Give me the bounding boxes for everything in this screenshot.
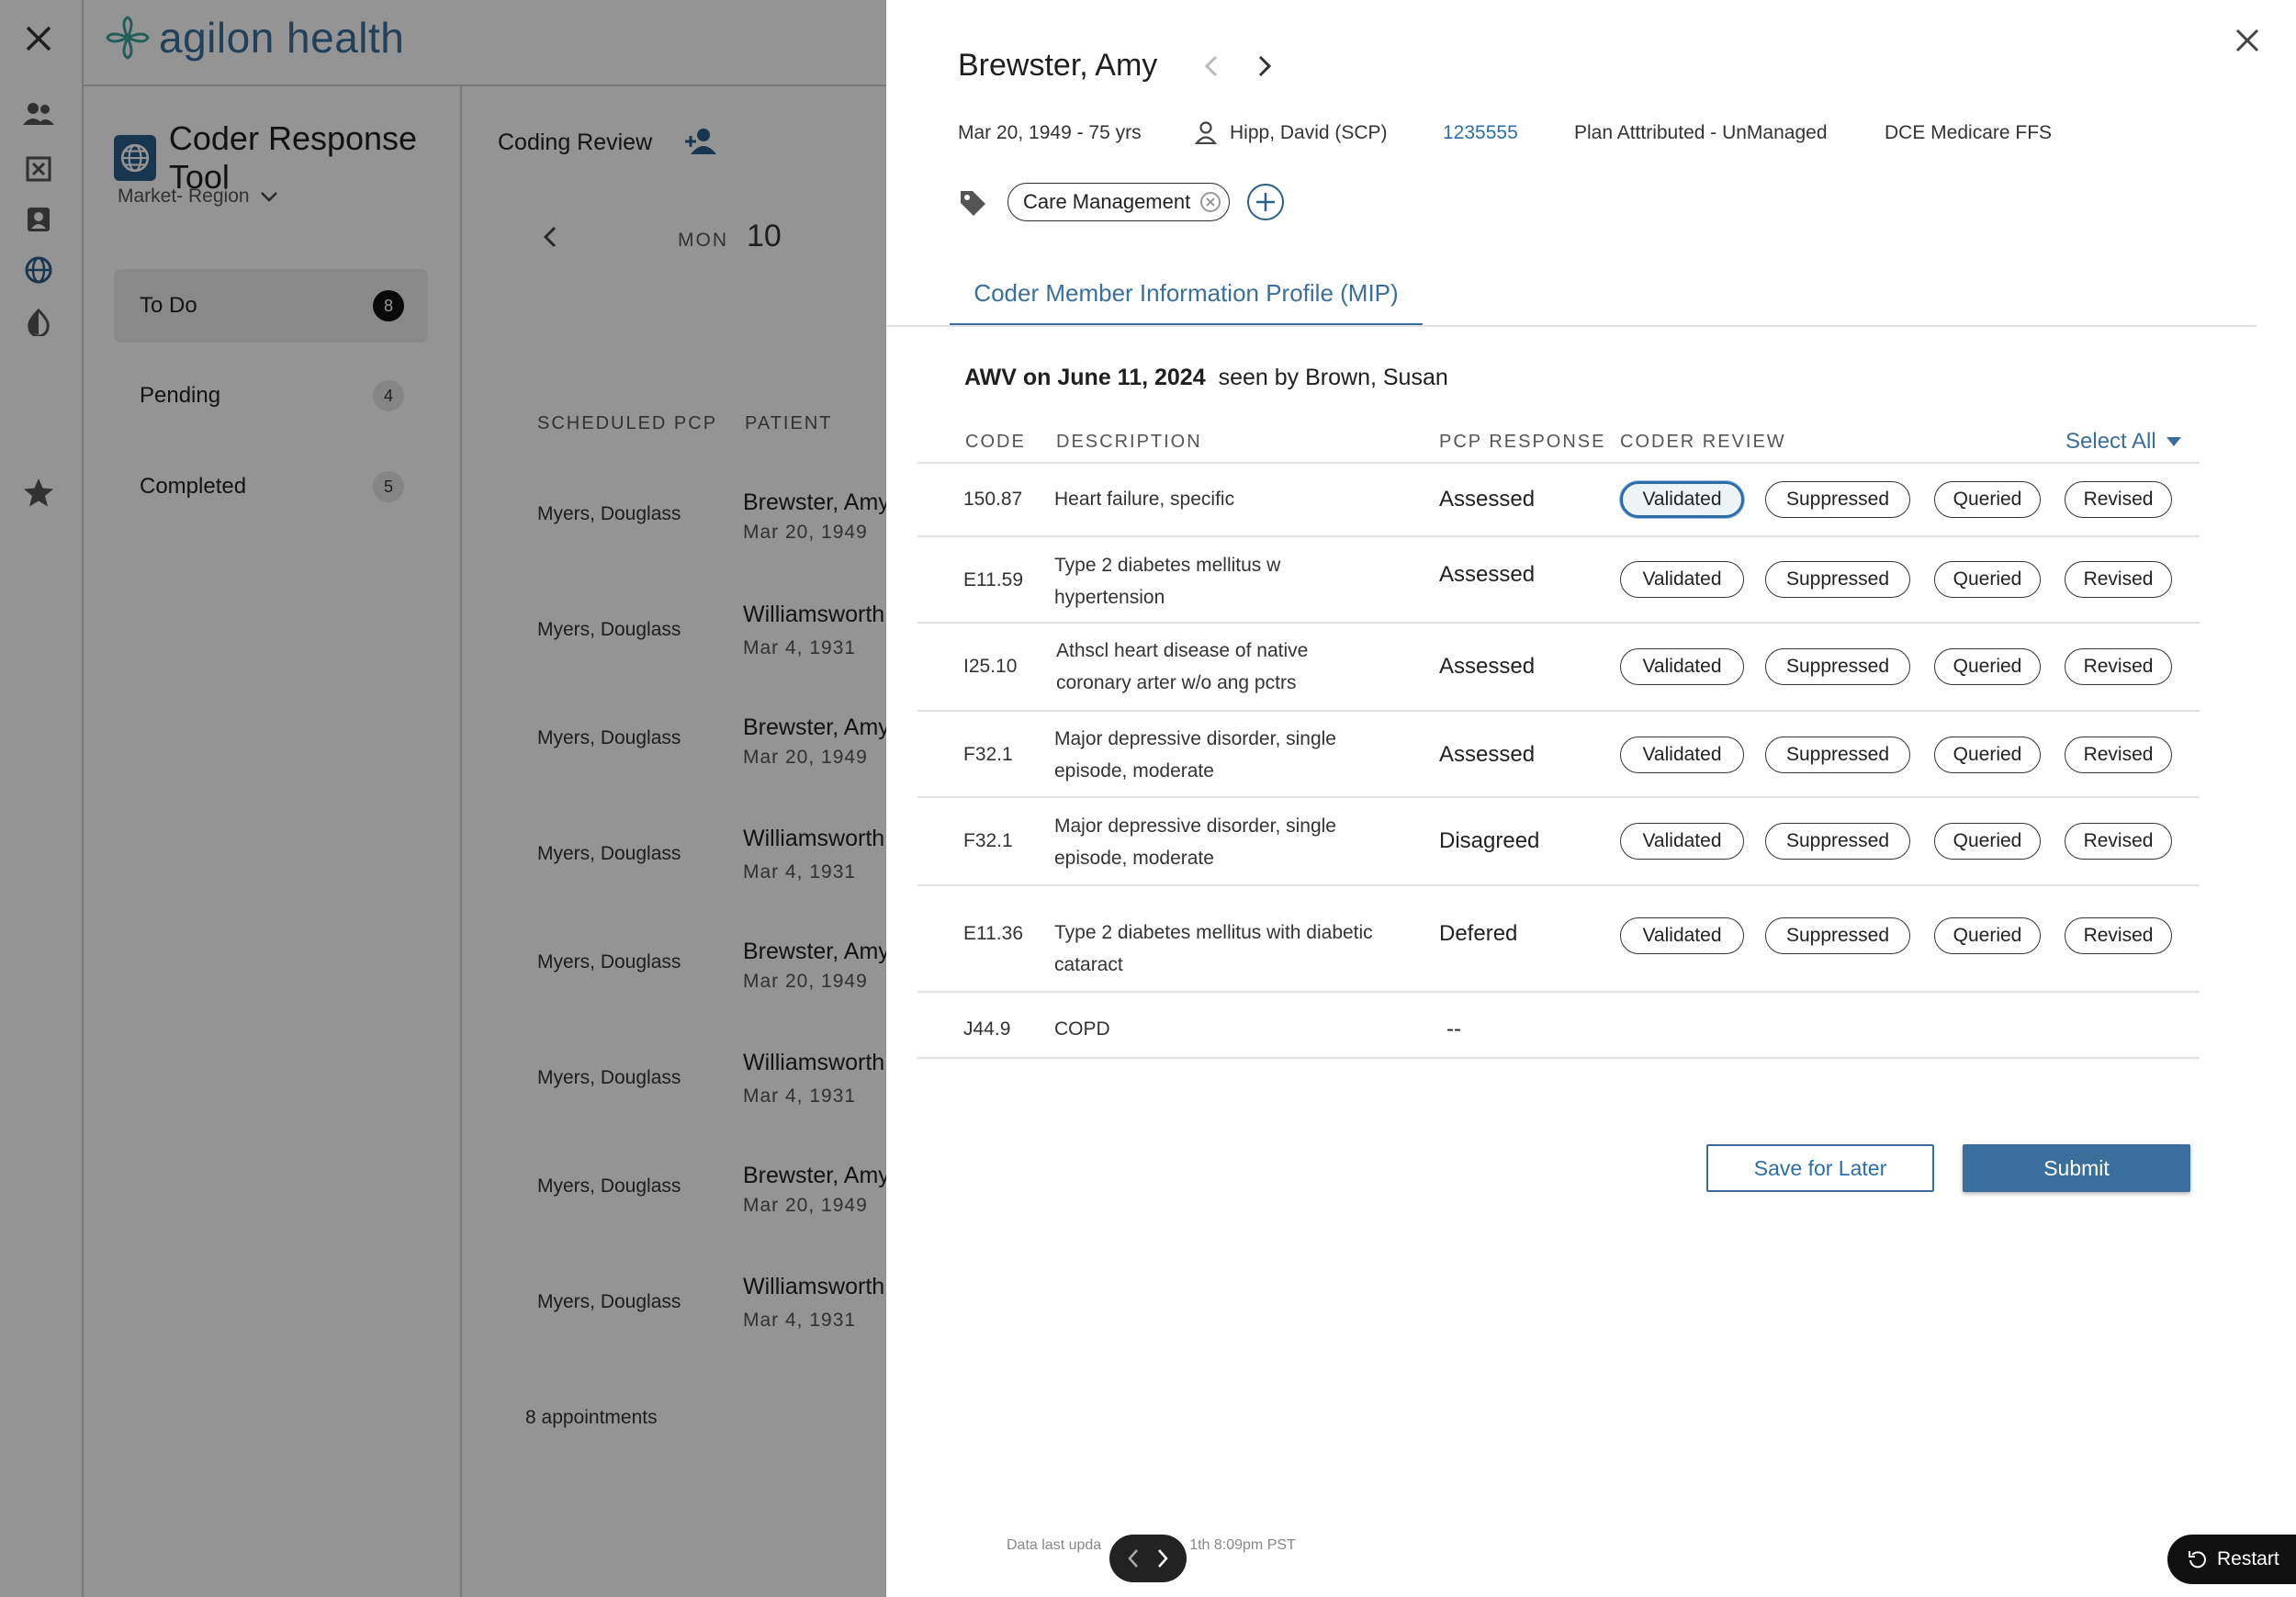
validated-button[interactable]: Validated xyxy=(1620,737,1744,773)
select-all-label: Select All xyxy=(2065,429,2156,454)
revised-button[interactable]: Revised xyxy=(2065,648,2172,685)
queried-button[interactable]: Queried xyxy=(1934,823,2041,860)
diagnosis-description: COPD xyxy=(1054,1013,1422,1045)
patient-detail-drawer: Brewster, Amy Mar 20, 1949 - 75 yrs Hipp… xyxy=(886,0,2296,1597)
save-for-later-button[interactable]: Save for Later xyxy=(1706,1144,1934,1192)
data-updated-suffix: 1th 8:09pm PST xyxy=(1189,1537,1296,1553)
description-line: coronary arter w/o ang pctrs xyxy=(1056,672,1297,693)
description-line: episode, moderate xyxy=(1054,760,1214,782)
description-line: episode, moderate xyxy=(1054,848,1214,869)
description-line: Athscl heart disease of native xyxy=(1056,640,1309,661)
suppressed-button[interactable]: Suppressed xyxy=(1765,481,1910,518)
tag-chip-label: Care Management xyxy=(1023,190,1191,213)
diagnosis-code: F32.1 xyxy=(963,744,1013,765)
restart-button[interactable]: Restart xyxy=(2167,1535,2296,1584)
visit-title: AWV on June 11, 2024 xyxy=(964,365,1206,390)
pcp-response: Assessed xyxy=(1439,562,1536,587)
pcp-response: -- xyxy=(1446,1017,1461,1041)
revised-button[interactable]: Revised xyxy=(2065,481,2172,518)
queried-button[interactable]: Queried xyxy=(1934,481,2041,518)
diagnosis-description: Athscl heart disease of native coronary a… xyxy=(1056,635,1424,699)
data-updated-prefix: Data last upda xyxy=(1007,1537,1102,1553)
pcp-response: Assessed xyxy=(1439,654,1536,679)
select-all-dropdown[interactable]: Select All xyxy=(2065,429,2182,455)
submit-button[interactable]: Submit xyxy=(1963,1144,2190,1192)
revised-button[interactable]: Revised xyxy=(2065,917,2172,954)
validated-button[interactable]: Validated xyxy=(1620,648,1744,685)
suppressed-button[interactable]: Suppressed xyxy=(1765,917,1910,954)
pager-control xyxy=(1109,1535,1187,1582)
description-line: Heart failure, specific xyxy=(1054,489,1235,510)
description-line: hypertension xyxy=(1054,587,1165,608)
person-icon xyxy=(1194,121,1218,144)
restart-label: Restart xyxy=(2217,1548,2279,1569)
suppressed-button[interactable]: Suppressed xyxy=(1765,648,1910,685)
queried-button[interactable]: Queried xyxy=(1934,737,2041,773)
pcp-response: Assessed xyxy=(1439,742,1536,767)
pcp-response: Assessed xyxy=(1439,487,1536,512)
diagnosis-description: Major depressive disorder, single episode… xyxy=(1054,810,1422,874)
column-header-coder-review: CODER REVIEW xyxy=(1620,432,1786,452)
revised-button[interactable]: Revised xyxy=(2065,823,2172,860)
validated-button[interactable]: Validated xyxy=(1620,561,1744,598)
pcp-response: Defered xyxy=(1439,921,1518,946)
tab-coder-mip[interactable]: Coder Member Information Profile (MIP) xyxy=(950,263,1423,327)
queried-button[interactable]: Queried xyxy=(1934,561,2041,598)
caret-down-icon xyxy=(2166,437,2181,446)
diagnosis-code: I25.10 xyxy=(963,656,1018,677)
plan-status: Plan Atttributed - UnManaged xyxy=(1574,122,1828,143)
suppressed-button[interactable]: Suppressed xyxy=(1765,823,1910,860)
restart-icon xyxy=(2189,1551,2206,1569)
patient-dob-age: Mar 20, 1949 - 75 yrs xyxy=(958,122,1142,143)
tag-icon xyxy=(961,191,985,216)
column-header-pcp-response: PCP RESPONSE xyxy=(1439,432,1606,452)
validated-button[interactable]: Validated xyxy=(1620,481,1744,518)
assigned-provider: Hipp, David (SCP) xyxy=(1230,122,1388,143)
description-line: Major depressive disorder, single xyxy=(1054,815,1336,837)
revised-button[interactable]: Revised xyxy=(2065,561,2172,598)
add-tag-icon[interactable] xyxy=(1246,183,1285,221)
diagnosis-description: Type 2 diabetes mellitus with diabetic ca… xyxy=(1054,917,1422,981)
modal-backdrop[interactable] xyxy=(0,0,886,1597)
diagnosis-description: Major depressive disorder, single episode… xyxy=(1054,723,1422,787)
next-patient-icon[interactable] xyxy=(1256,53,1273,79)
revised-button[interactable]: Revised xyxy=(2065,737,2172,773)
previous-patient-icon[interactable] xyxy=(1203,53,1220,79)
suppressed-button[interactable]: Suppressed xyxy=(1765,561,1910,598)
remove-tag-icon[interactable] xyxy=(1199,191,1221,213)
diagnosis-description: Type 2 diabetes mellitus w hypertension xyxy=(1054,549,1422,613)
description-line: Type 2 diabetes mellitus w xyxy=(1054,555,1281,576)
queried-button[interactable]: Queried xyxy=(1934,648,2041,685)
description-line: Type 2 diabetes mellitus with diabetic xyxy=(1054,922,1373,943)
queried-button[interactable]: Queried xyxy=(1934,917,2041,954)
validated-button[interactable]: Validated xyxy=(1620,823,1744,860)
validated-button[interactable]: Validated xyxy=(1620,917,1744,954)
tab-divider xyxy=(886,325,2257,327)
patient-name: Brewster, Amy xyxy=(958,48,1158,83)
diagnosis-code: F32.1 xyxy=(963,830,1013,851)
tab-label: Coder Member Information Profile (MIP) xyxy=(974,278,1399,307)
pager-next-icon[interactable] xyxy=(1155,1547,1170,1569)
diagnosis-code: 150.87 xyxy=(963,489,1023,510)
pcp-response: Disagreed xyxy=(1439,828,1540,853)
suppressed-button[interactable]: Suppressed xyxy=(1765,737,1910,773)
diagnosis-description: Heart failure, specific xyxy=(1054,483,1422,515)
column-header-description: DESCRIPTION xyxy=(1056,432,1202,452)
diagnosis-code: E11.36 xyxy=(963,923,1023,944)
visit-header: AWV on June 11, 2024 seen by Brown, Susan xyxy=(964,365,1448,391)
diagnosis-code: E11.59 xyxy=(963,569,1023,590)
description-line: COPD xyxy=(1054,1018,1110,1040)
member-id-link[interactable]: 1235555 xyxy=(1443,122,1518,144)
program-name: DCE Medicare FFS xyxy=(1885,122,2053,143)
description-line: Major depressive disorder, single xyxy=(1054,728,1336,749)
tag-chip-care-management: Care Management xyxy=(1007,183,1231,221)
column-header-code: CODE xyxy=(965,432,1026,452)
close-drawer-icon[interactable] xyxy=(2229,22,2266,59)
visit-seen-by: seen by Brown, Susan xyxy=(1218,365,1448,390)
description-line: cataract xyxy=(1054,954,1123,975)
diagnosis-code: J44.9 xyxy=(963,1018,1011,1040)
pager-prev-icon[interactable] xyxy=(1126,1547,1141,1569)
